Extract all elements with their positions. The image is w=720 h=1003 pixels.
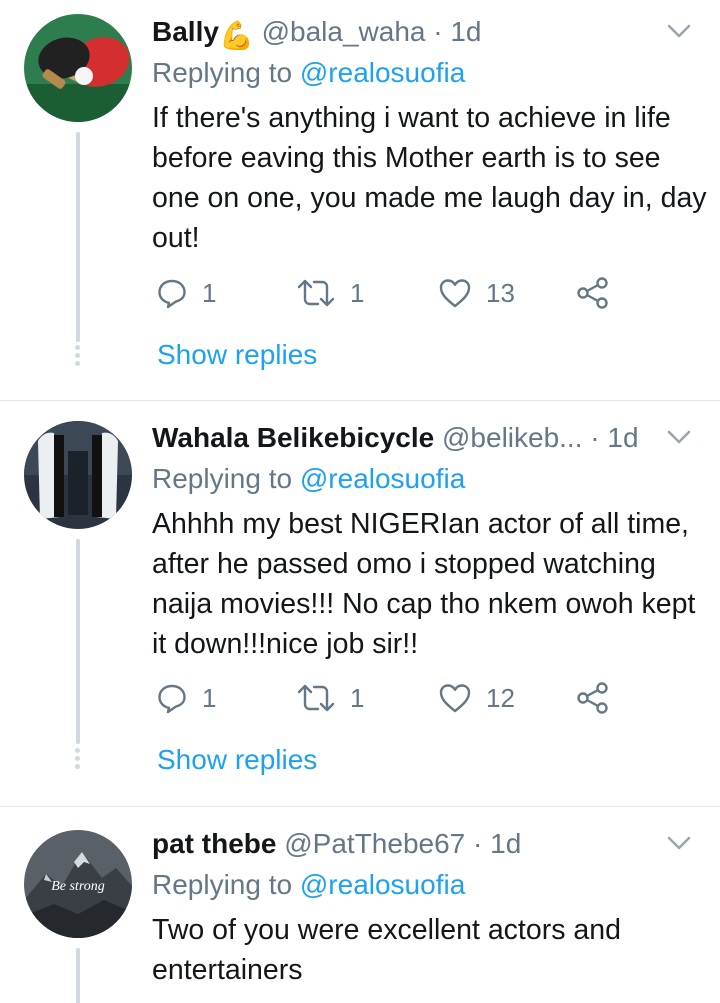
tweet-pat-thebe[interactable]: Be strong pat thebe @PatThebe67 · 1d Rep… <box>0 807 720 1003</box>
timestamp[interactable]: 1d <box>450 16 481 47</box>
show-replies-link[interactable]: Show replies <box>157 337 317 373</box>
retweet-icon <box>297 279 335 307</box>
avatar[interactable] <box>24 421 132 529</box>
replying-to: Replying to @realosuofia <box>152 55 465 91</box>
avatar[interactable]: Be strong <box>24 830 132 938</box>
separator-dot: · <box>473 828 483 859</box>
share-button[interactable] <box>576 273 610 313</box>
reply-button[interactable]: 1 <box>156 273 216 313</box>
tweet-actions: 1 1 13 <box>152 273 632 313</box>
heart-icon <box>439 684 471 713</box>
thread-dots <box>75 345 81 369</box>
thread-line <box>76 132 80 342</box>
tweet-actions: 1 1 12 <box>152 678 632 718</box>
tweet-bally[interactable]: Bally💪 @bala_waha · 1d Replying to @real… <box>0 0 720 400</box>
retweet-button[interactable]: 1 <box>296 273 364 313</box>
show-replies-link[interactable]: Show replies <box>157 742 317 778</box>
tweet-header: Wahala Belikebicycle @belikeb... · 1d <box>152 420 660 456</box>
replying-to-mention[interactable]: @realosuofia <box>300 463 465 494</box>
avatar[interactable] <box>24 14 132 122</box>
timestamp[interactable]: 1d <box>607 422 638 453</box>
chevron-down-icon[interactable] <box>664 422 694 452</box>
heart-icon <box>439 279 471 308</box>
game-console-icon <box>24 421 132 529</box>
replying-to-label: Replying to <box>152 463 300 494</box>
reply-count: 1 <box>202 277 217 308</box>
user-handle[interactable]: @belikeb... <box>442 422 583 453</box>
chevron-down-icon[interactable] <box>664 828 694 858</box>
reply-button[interactable]: 1 <box>156 678 216 718</box>
like-count: 12 <box>486 682 515 713</box>
retweet-count: 1 <box>350 277 365 308</box>
ping-pong-paddle-icon <box>24 14 132 122</box>
like-count: 13 <box>486 277 515 308</box>
timestamp[interactable]: 1d <box>490 828 521 859</box>
reply-count: 1 <box>202 682 217 713</box>
mountain-icon: Be strong <box>24 830 132 938</box>
separator-dot: · <box>590 422 600 453</box>
like-button[interactable]: 12 <box>438 678 515 718</box>
share-button[interactable] <box>576 678 610 718</box>
replying-to-label: Replying to <box>152 869 300 900</box>
thread-dots <box>75 748 81 772</box>
tweet-wahala[interactable]: Wahala Belikebicycle @belikeb... · 1d Re… <box>0 401 720 806</box>
avatar-caption: Be strong <box>51 879 105 894</box>
replying-to-label: Replying to <box>152 57 300 88</box>
retweet-button[interactable]: 1 <box>296 678 364 718</box>
separator-dot: · <box>433 16 443 47</box>
tweet-header: Bally💪 @bala_waha · 1d <box>152 14 660 50</box>
replying-to: Replying to @realosuofia <box>152 867 465 903</box>
tweet-header: pat thebe @PatThebe67 · 1d <box>152 826 660 862</box>
display-name[interactable]: pat thebe <box>152 828 276 859</box>
replying-to: Replying to @realosuofia <box>152 461 465 497</box>
user-handle[interactable]: @bala_waha <box>262 16 426 47</box>
chevron-down-icon[interactable] <box>664 16 694 46</box>
tweet-text: If there's anything i want to achieve in… <box>152 102 707 254</box>
tweet-text: Two of you were excellent actors and ent… <box>152 914 621 986</box>
flexed-biceps-emoji: 💪 <box>218 20 254 50</box>
thread-line <box>76 948 80 1003</box>
replying-to-mention[interactable]: @realosuofia <box>300 57 465 88</box>
display-name[interactable]: Wahala Belikebicycle <box>152 422 434 453</box>
thread-line <box>76 539 80 744</box>
share-icon <box>577 682 608 714</box>
retweet-count: 1 <box>350 682 365 713</box>
reply-icon <box>158 684 186 714</box>
reply-icon <box>158 279 186 309</box>
like-button[interactable]: 13 <box>438 273 515 313</box>
share-icon <box>577 277 608 309</box>
replying-to-mention[interactable]: @realosuofia <box>300 869 465 900</box>
retweet-icon <box>297 684 335 712</box>
tweet-text: Ahhhh my best NIGERIan actor of all time… <box>152 508 696 660</box>
display-name[interactable]: Bally <box>152 16 219 47</box>
user-handle[interactable]: @PatThebe67 <box>284 828 465 859</box>
